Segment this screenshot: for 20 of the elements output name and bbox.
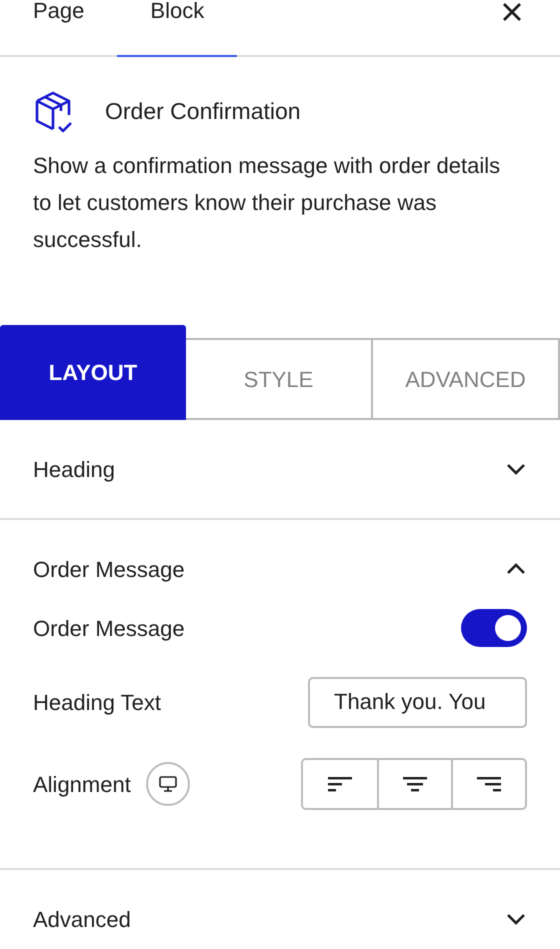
setting-label: Alignment	[33, 770, 131, 799]
section-header[interactable]: Heading	[0, 420, 560, 518]
block-description: Show a confirmation message with order details to let customers know their purchase was successful.	[33, 152, 502, 254]
settings-tab[interactable]: STYLE	[186, 338, 373, 420]
settings-tab[interactable]: LAYOUT	[0, 325, 186, 420]
toggle-switch[interactable]	[461, 609, 527, 647]
align-center-icon	[402, 775, 428, 793]
panel-tab[interactable]: Block	[117, 0, 238, 57]
monitor-icon	[158, 774, 178, 794]
block-title: Order Confirmation	[105, 96, 301, 126]
align-left-icon	[327, 775, 353, 793]
panel-tab[interactable]: Page	[0, 0, 118, 57]
section-header[interactable]: Advanced	[0, 870, 560, 949]
heading-text-field[interactable]: Thank you. You	[308, 676, 527, 728]
align-right-icon	[476, 775, 502, 793]
close-icon[interactable]	[502, 2, 522, 22]
settings-tab[interactable]: ADVANCED	[373, 338, 560, 420]
alignment-button[interactable]	[451, 760, 525, 808]
setting-label: Heading Text	[33, 688, 162, 717]
device-button[interactable]	[146, 762, 190, 806]
